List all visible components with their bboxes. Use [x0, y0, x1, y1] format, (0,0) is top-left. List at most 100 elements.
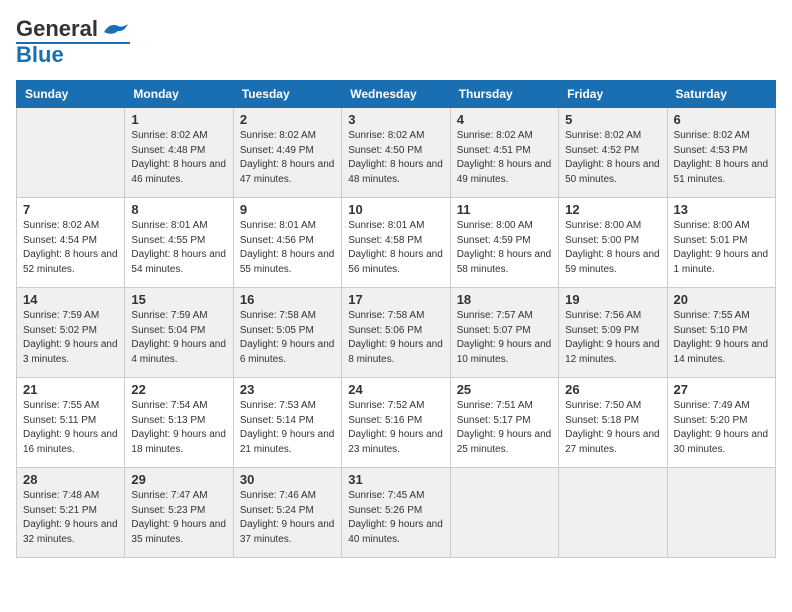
day-number: 26	[565, 382, 660, 397]
calendar-day-cell: 28Sunrise: 7:48 AMSunset: 5:21 PMDayligh…	[17, 468, 125, 558]
calendar-day-cell: 30 Sunrise: 7:46 AMSunset: 5:24 PMDayligh…	[233, 468, 341, 558]
calendar-day-cell	[450, 468, 558, 558]
day-number: 18	[457, 292, 552, 307]
day-info: Sunrise: 8:01 AMSunset: 4:58 PMDaylight:…	[348, 219, 443, 277]
day-info: Sunrise: 7:51 AMSunset: 5:17 PMDaylight:…	[457, 399, 552, 457]
day-info: Sunrise: 8:00 AMSunset: 5:01 PMDaylight:…	[674, 219, 769, 277]
calendar-day-cell: 3 Sunrise: 8:02 AMSunset: 4:50 PMDaylight…	[342, 108, 450, 198]
day-number: 17	[348, 292, 443, 307]
day-info: Sunrise: 7:56 AMSunset: 5:09 PMDaylight:…	[565, 309, 660, 367]
calendar-day-cell: 5 Sunrise: 8:02 AMSunset: 4:52 PMDaylight…	[559, 108, 667, 198]
calendar-day-cell: 8Sunrise: 8:01 AMSunset: 4:55 PMDaylight…	[125, 198, 233, 288]
day-number: 27	[674, 382, 769, 397]
day-info: Sunrise: 7:55 AMSunset: 5:11 PMDaylight:…	[23, 399, 118, 457]
calendar-day-cell: 19 Sunrise: 7:56 AMSunset: 5:09 PMDayligh…	[559, 288, 667, 378]
day-number: 30	[240, 472, 335, 487]
day-number: 23	[240, 382, 335, 397]
calendar-day-header: Thursday	[450, 81, 558, 108]
calendar-day-cell: 17 Sunrise: 7:58 AMSunset: 5:06 PMDayligh…	[342, 288, 450, 378]
day-number: 24	[348, 382, 443, 397]
calendar-day-cell: 15 Sunrise: 7:59 AMSunset: 5:04 PMDayligh…	[125, 288, 233, 378]
day-info: Sunrise: 7:46 AMSunset: 5:24 PMDaylight:…	[240, 489, 335, 547]
day-info: Sunrise: 8:02 AMSunset: 4:51 PMDaylight:…	[457, 129, 552, 187]
day-number: 6	[674, 112, 769, 127]
calendar-day-cell: 11Sunrise: 8:00 AMSunset: 4:59 PMDayligh…	[450, 198, 558, 288]
day-info: Sunrise: 8:00 AMSunset: 5:00 PMDaylight:…	[565, 219, 660, 277]
calendar-day-cell: 25 Sunrise: 7:51 AMSunset: 5:17 PMDayligh…	[450, 378, 558, 468]
day-info: Sunrise: 7:52 AMSunset: 5:16 PMDaylight:…	[348, 399, 443, 457]
day-info: Sunrise: 7:59 AMSunset: 5:04 PMDaylight:…	[131, 309, 226, 367]
day-number: 14	[23, 292, 118, 307]
calendar-day-cell: 24 Sunrise: 7:52 AMSunset: 5:16 PMDayligh…	[342, 378, 450, 468]
day-number: 2	[240, 112, 335, 127]
day-number: 7	[23, 202, 118, 217]
calendar-week-row: 7 Sunrise: 8:02 AMSunset: 4:54 PMDaylight…	[17, 198, 776, 288]
day-info: Sunrise: 7:47 AMSunset: 5:23 PMDaylight:…	[131, 489, 226, 547]
calendar-day-cell: 31Sunrise: 7:45 AMSunset: 5:26 PMDayligh…	[342, 468, 450, 558]
calendar-day-cell: 9 Sunrise: 8:01 AMSunset: 4:56 PMDaylight…	[233, 198, 341, 288]
day-number: 16	[240, 292, 335, 307]
day-number: 25	[457, 382, 552, 397]
day-info: Sunrise: 8:00 AMSunset: 4:59 PMDaylight:…	[457, 219, 552, 277]
calendar-day-cell: 16 Sunrise: 7:58 AMSunset: 5:05 PMDayligh…	[233, 288, 341, 378]
day-info: Sunrise: 8:02 AMSunset: 4:49 PMDaylight:…	[240, 129, 335, 187]
day-info: Sunrise: 8:02 AMSunset: 4:53 PMDaylight:…	[674, 129, 769, 187]
day-info: Sunrise: 8:02 AMSunset: 4:50 PMDaylight:…	[348, 129, 443, 187]
calendar-week-row: 28Sunrise: 7:48 AMSunset: 5:21 PMDayligh…	[17, 468, 776, 558]
day-info: Sunrise: 7:58 AMSunset: 5:06 PMDaylight:…	[348, 309, 443, 367]
logo: General Blue	[16, 16, 130, 68]
calendar-day-cell: 4Sunrise: 8:02 AMSunset: 4:51 PMDaylight…	[450, 108, 558, 198]
day-info: Sunrise: 8:01 AMSunset: 4:56 PMDaylight:…	[240, 219, 335, 277]
calendar-week-row: 1 Sunrise: 8:02 AMSunset: 4:48 PMDaylight…	[17, 108, 776, 198]
calendar-day-cell: 27 Sunrise: 7:49 AMSunset: 5:20 PMDayligh…	[667, 378, 775, 468]
day-number: 20	[674, 292, 769, 307]
day-info: Sunrise: 8:02 AMSunset: 4:52 PMDaylight:…	[565, 129, 660, 187]
day-info: Sunrise: 7:48 AMSunset: 5:21 PMDaylight:…	[23, 489, 118, 547]
day-number: 22	[131, 382, 226, 397]
day-info: Sunrise: 7:59 AMSunset: 5:02 PMDaylight:…	[23, 309, 118, 367]
day-info: Sunrise: 8:02 AMSunset: 4:54 PMDaylight:…	[23, 219, 118, 277]
calendar-week-row: 21 Sunrise: 7:55 AMSunset: 5:11 PMDayligh…	[17, 378, 776, 468]
day-info: Sunrise: 7:50 AMSunset: 5:18 PMDaylight:…	[565, 399, 660, 457]
day-number: 15	[131, 292, 226, 307]
calendar-week-row: 14 Sunrise: 7:59 AMSunset: 5:02 PMDayligh…	[17, 288, 776, 378]
logo-blue: Blue	[16, 42, 64, 68]
calendar-day-cell: 13 Sunrise: 8:00 AMSunset: 5:01 PMDayligh…	[667, 198, 775, 288]
day-info: Sunrise: 7:54 AMSunset: 5:13 PMDaylight:…	[131, 399, 226, 457]
day-info: Sunrise: 8:01 AMSunset: 4:55 PMDaylight:…	[131, 219, 226, 277]
calendar-day-cell	[559, 468, 667, 558]
calendar-day-cell	[17, 108, 125, 198]
calendar-day-cell: 18 Sunrise: 7:57 AMSunset: 5:07 PMDayligh…	[450, 288, 558, 378]
day-number: 1	[131, 112, 226, 127]
calendar-header-row: SundayMondayTuesdayWednesdayThursdayFrid…	[17, 81, 776, 108]
calendar-day-cell: 2 Sunrise: 8:02 AMSunset: 4:49 PMDaylight…	[233, 108, 341, 198]
day-info: Sunrise: 7:45 AMSunset: 5:26 PMDaylight:…	[348, 489, 443, 547]
page-header: General Blue	[16, 16, 776, 68]
calendar-day-cell: 1 Sunrise: 8:02 AMSunset: 4:48 PMDaylight…	[125, 108, 233, 198]
calendar-day-cell: 26 Sunrise: 7:50 AMSunset: 5:18 PMDayligh…	[559, 378, 667, 468]
day-number: 13	[674, 202, 769, 217]
calendar-day-cell: 6 Sunrise: 8:02 AMSunset: 4:53 PMDaylight…	[667, 108, 775, 198]
day-number: 9	[240, 202, 335, 217]
calendar-day-header: Wednesday	[342, 81, 450, 108]
day-number: 3	[348, 112, 443, 127]
calendar-day-cell: 21 Sunrise: 7:55 AMSunset: 5:11 PMDayligh…	[17, 378, 125, 468]
day-info: Sunrise: 7:57 AMSunset: 5:07 PMDaylight:…	[457, 309, 552, 367]
calendar-day-cell: 29 Sunrise: 7:47 AMSunset: 5:23 PMDayligh…	[125, 468, 233, 558]
day-info: Sunrise: 7:49 AMSunset: 5:20 PMDaylight:…	[674, 399, 769, 457]
day-number: 19	[565, 292, 660, 307]
calendar-day-header: Monday	[125, 81, 233, 108]
calendar-day-header: Sunday	[17, 81, 125, 108]
day-number: 29	[131, 472, 226, 487]
day-info: Sunrise: 8:02 AMSunset: 4:48 PMDaylight:…	[131, 129, 226, 187]
calendar-table: SundayMondayTuesdayWednesdayThursdayFrid…	[16, 80, 776, 558]
day-number: 21	[23, 382, 118, 397]
calendar-day-cell: 10 Sunrise: 8:01 AMSunset: 4:58 PMDayligh…	[342, 198, 450, 288]
day-number: 5	[565, 112, 660, 127]
calendar-day-header: Saturday	[667, 81, 775, 108]
calendar-day-cell: 7 Sunrise: 8:02 AMSunset: 4:54 PMDaylight…	[17, 198, 125, 288]
day-number: 10	[348, 202, 443, 217]
logo-bird-icon	[100, 18, 130, 40]
day-info: Sunrise: 7:58 AMSunset: 5:05 PMDaylight:…	[240, 309, 335, 367]
calendar-day-cell	[667, 468, 775, 558]
